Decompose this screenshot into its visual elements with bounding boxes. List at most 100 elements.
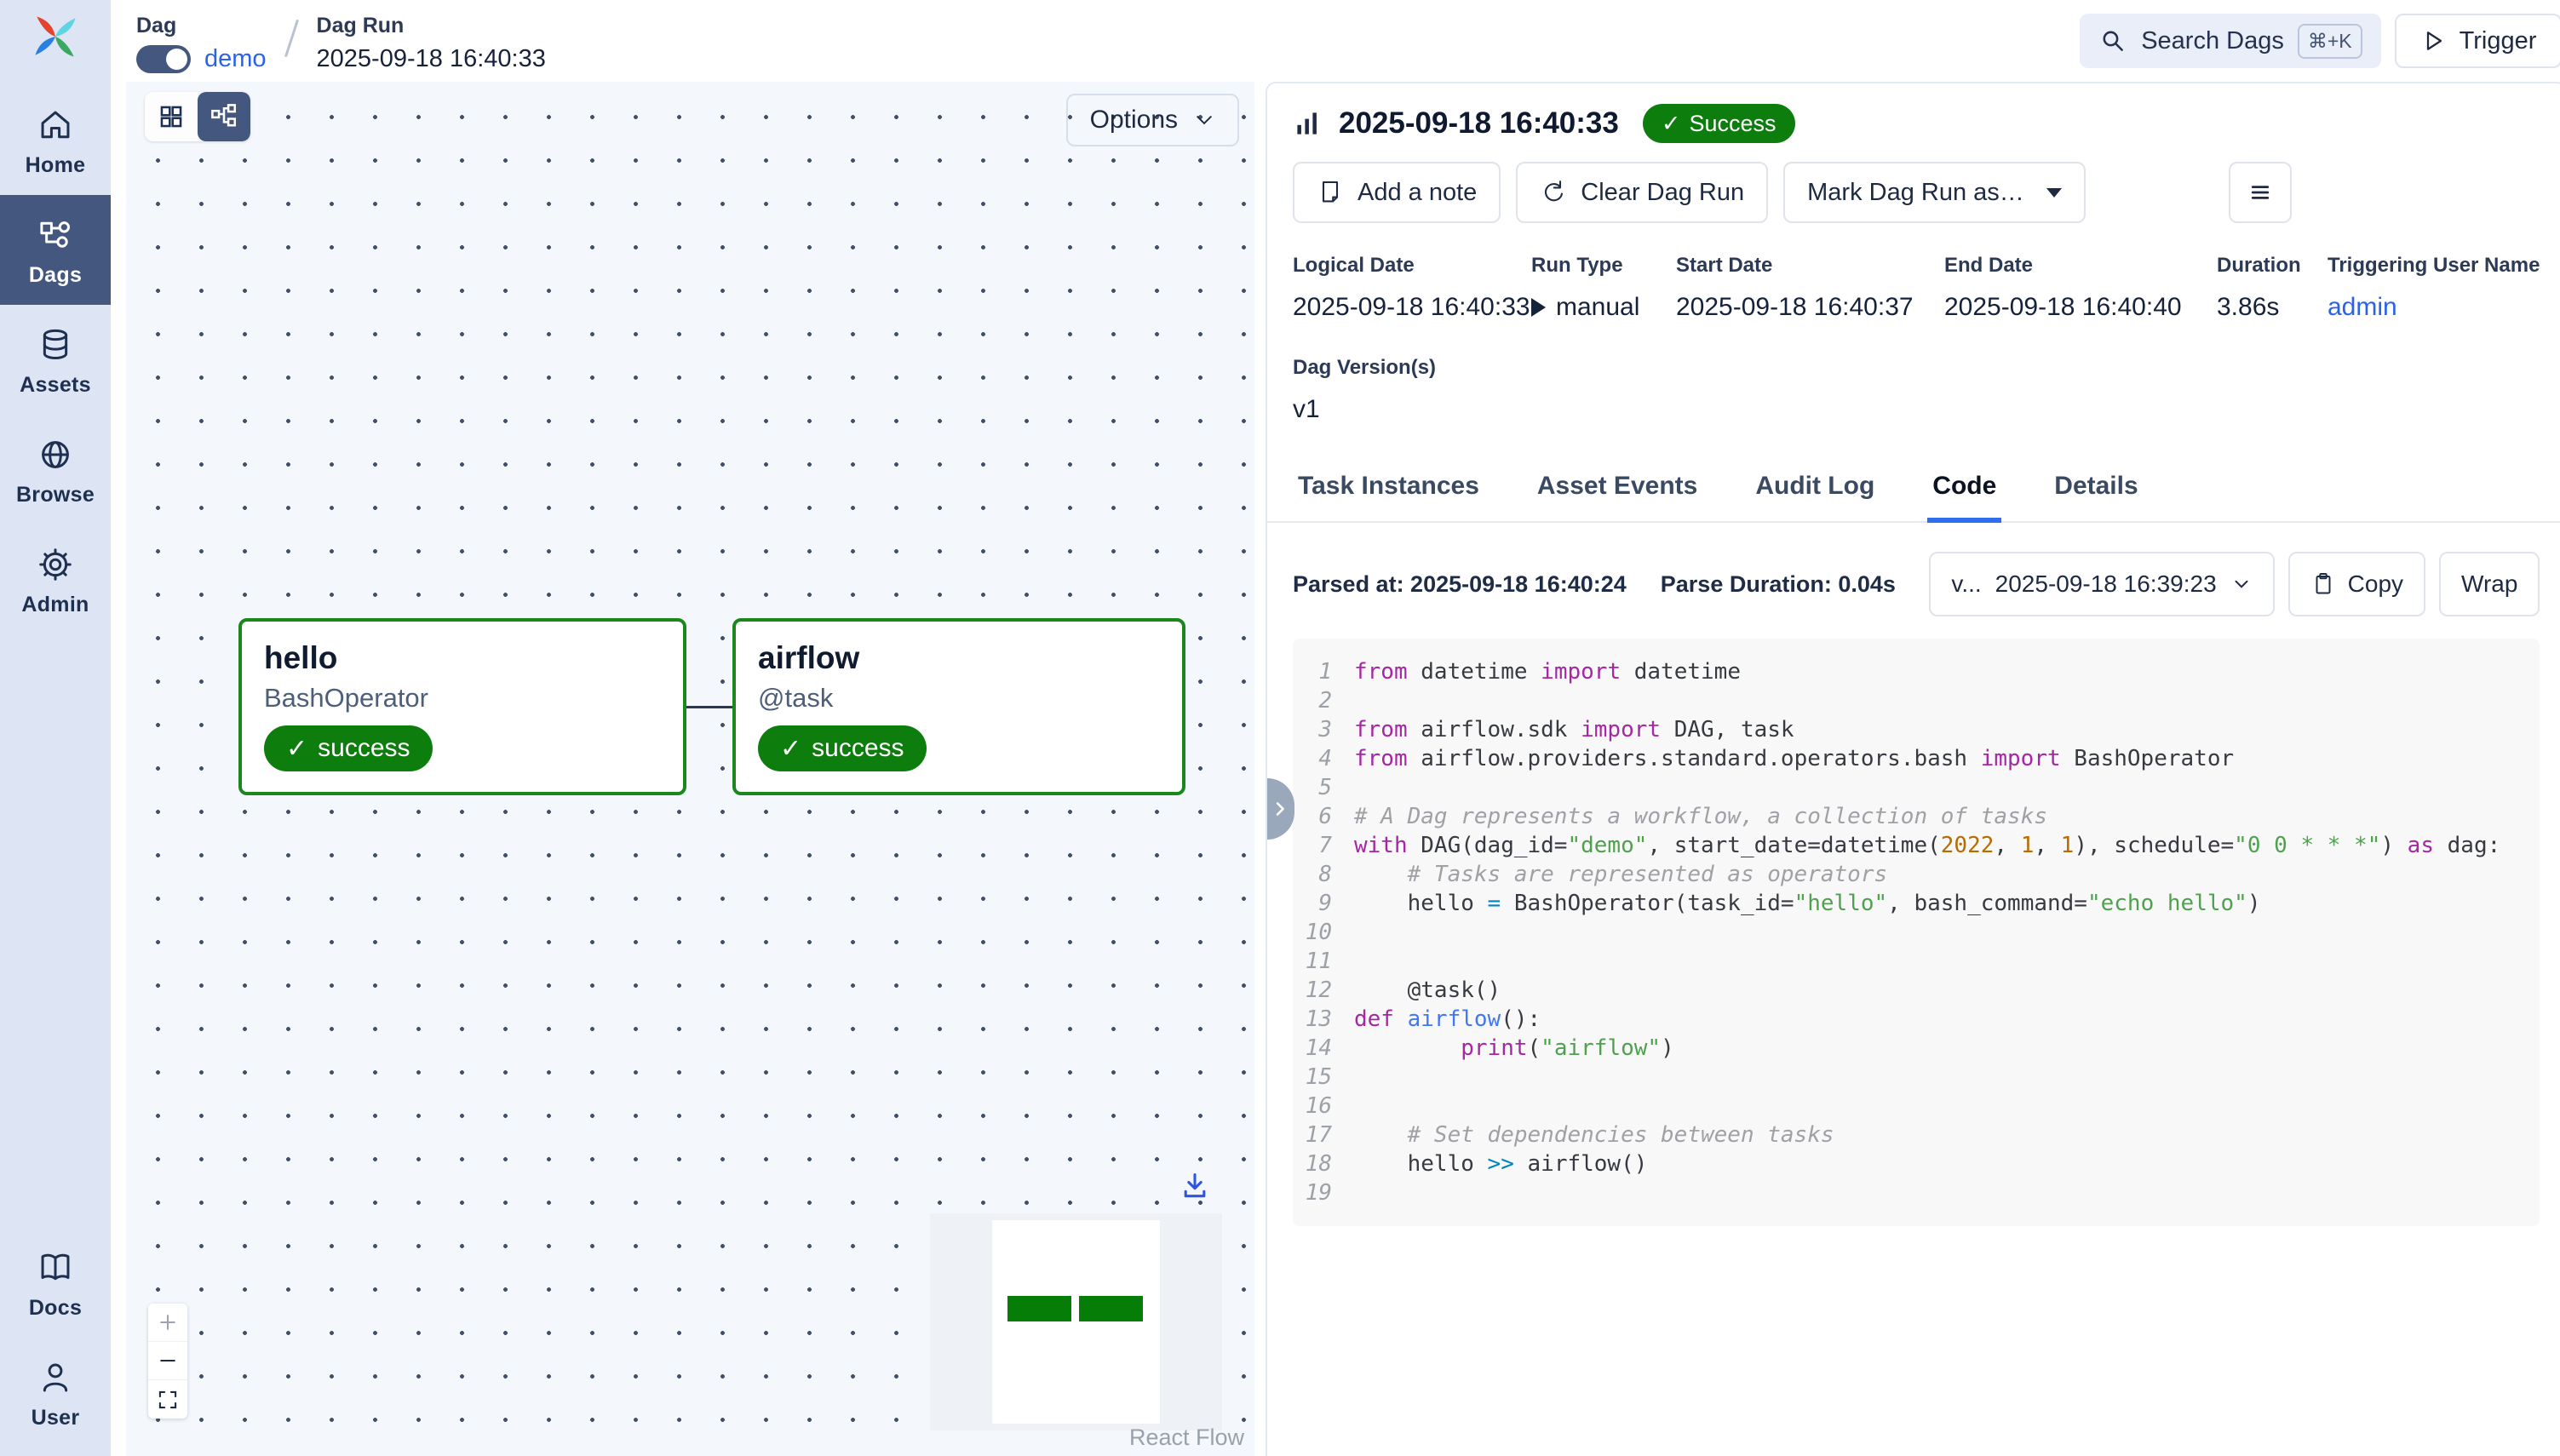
globe-icon	[36, 435, 75, 474]
breadcrumb-dagrun: Dag Run 2025-09-18 16:40:33	[317, 9, 546, 73]
task-node-hello[interactable]: hello BashOperator ✓ success	[238, 618, 686, 795]
code-line: 1from datetime import datetime	[1293, 657, 2540, 686]
breadcrumb-dag-link[interactable]: demo	[204, 45, 267, 73]
play-icon	[1531, 298, 1546, 317]
code-line: 15	[1293, 1063, 2540, 1092]
workflow-icon	[210, 102, 238, 131]
graph-canvas[interactable]: Options hello BashOperator ✓ success air…	[126, 82, 1254, 1456]
minimap-viewport	[992, 1220, 1160, 1424]
sidebar-item-admin[interactable]: Admin	[0, 525, 111, 634]
copy-label: Copy	[2348, 570, 2403, 598]
parse-duration-text: Parse Duration: 0.04s	[1661, 571, 1896, 598]
wrap-label: Wrap	[2461, 570, 2517, 598]
code-line: 17 # Set dependencies between tasks	[1293, 1121, 2540, 1149]
code-line: 16	[1293, 1092, 2540, 1121]
dag-version-select[interactable]: v... 2025-09-18 16:39:23	[1929, 552, 2274, 616]
fit-view-icon	[157, 1389, 179, 1411]
code-line: 4from airflow.providers.standard.operato…	[1293, 744, 2540, 773]
sidebar-item-user[interactable]: User	[0, 1338, 111, 1447]
check-icon: ✓	[286, 734, 307, 764]
dag-versions-value: v1	[1293, 395, 2540, 424]
download-graph-button[interactable]	[1180, 1171, 1210, 1204]
bar-chart-icon	[1293, 108, 1323, 139]
graph-view-button[interactable]	[198, 92, 250, 141]
topbar: Dag demo Dag Run 2025-09-18 16:40:33 Sea…	[111, 0, 2560, 82]
sidebar-item-label: User	[32, 1406, 80, 1430]
tab-details[interactable]: Details	[2049, 460, 2143, 523]
code-line: 19	[1293, 1178, 2540, 1207]
code-viewer[interactable]: 1from datetime import datetime23from air…	[1293, 639, 2540, 1226]
grid-view-button[interactable]	[145, 92, 198, 141]
wrap-toggle-button[interactable]: Wrap	[2439, 552, 2540, 616]
trigger-label: Trigger	[2460, 27, 2537, 55]
database-icon	[36, 325, 75, 364]
minimap-node	[1007, 1296, 1071, 1321]
search-shortcut-badge: ⌘+K	[2298, 24, 2362, 59]
book-icon	[36, 1248, 75, 1287]
home-icon	[36, 106, 75, 145]
meta-triggering-user: Triggering User Name admin	[2328, 254, 2540, 322]
sidebar-item-assets[interactable]: Assets	[0, 305, 111, 415]
dag-versions: Dag Version(s) v1	[1293, 356, 2540, 424]
tab-asset-events[interactable]: Asset Events	[1532, 460, 1702, 523]
dag-graph-icon	[36, 215, 75, 255]
graph-options-button[interactable]: Options	[1066, 94, 1239, 146]
breadcrumb: Dag demo Dag Run 2025-09-18 16:40:33	[136, 9, 546, 73]
run-metadata: Logical Date 2025-09-18 16:40:33 Run Typ…	[1293, 254, 2540, 322]
code-line: 10	[1293, 918, 2540, 947]
trigger-button[interactable]: Trigger	[2395, 14, 2560, 68]
sidebar-item-label: Assets	[20, 373, 91, 398]
code-line: 18 hello >> airflow()	[1293, 1149, 2540, 1178]
meta-run-type: Run Type manual	[1531, 254, 1676, 322]
tab-task-instances[interactable]: Task Instances	[1293, 460, 1484, 523]
sidebar-item-home[interactable]: Home	[0, 85, 111, 195]
chevron-down-icon	[1193, 109, 1215, 131]
chevron-down-icon	[2230, 573, 2253, 595]
clipboard-icon	[2310, 571, 2336, 597]
add-note-button[interactable]: Add a note	[1293, 162, 1501, 223]
triggering-user-link[interactable]: admin	[2328, 293, 2397, 322]
fit-view-button[interactable]	[148, 1380, 187, 1419]
sidebar-item-dags[interactable]: Dags	[0, 195, 111, 305]
tab-code[interactable]: Code	[1927, 460, 2001, 523]
sidebar-item-docs[interactable]: Docs	[0, 1228, 111, 1338]
search-dags-button[interactable]: Search Dags ⌘+K	[2080, 14, 2380, 68]
note-icon	[1317, 179, 1344, 206]
zoom-controls	[148, 1304, 187, 1419]
airflow-logo-icon	[31, 12, 80, 61]
zoom-in-button[interactable]	[148, 1304, 187, 1342]
clear-dagrun-label: Clear Dag Run	[1581, 179, 1744, 207]
panel-collapse-handle[interactable]	[1267, 778, 1294, 840]
breadcrumb-separator	[284, 20, 299, 58]
mark-dagrun-as-button[interactable]: Mark Dag Run as…	[1783, 162, 2086, 223]
zoom-out-button[interactable]	[148, 1342, 187, 1380]
play-icon	[2420, 28, 2446, 54]
code-line: 6# A Dag represents a workflow, a collec…	[1293, 802, 2540, 831]
clear-dagrun-button[interactable]: Clear Dag Run	[1516, 162, 1768, 223]
code-line: 8 # Tasks are represented as operators	[1293, 860, 2540, 889]
breadcrumb-run-value: 2025-09-18 16:40:33	[317, 45, 546, 73]
run-header: 2025-09-18 16:40:33 ✓ Success	[1293, 104, 2540, 143]
dag-pause-toggle[interactable]	[136, 45, 191, 73]
task-node-title: airflow	[758, 640, 1160, 676]
code-line: 9 hello = BashOperator(task_id="hello", …	[1293, 889, 2540, 918]
minus-icon	[157, 1350, 179, 1372]
tab-audit-log[interactable]: Audit Log	[1750, 460, 1880, 523]
run-status-label: Success	[1690, 111, 1777, 137]
app-root: Home Dags Assets Browse Admin Docs U	[0, 0, 2560, 1456]
sidebar-item-label: Admin	[21, 593, 89, 617]
breadcrumb-dag: Dag demo	[136, 9, 267, 73]
code-lines: 1from datetime import datetime23from air…	[1293, 657, 2540, 1207]
panel-tabs: Task Instances Asset Events Audit Log Co…	[1267, 460, 2560, 523]
sidebar-item-browse[interactable]: Browse	[0, 415, 111, 525]
gear-icon	[36, 545, 75, 584]
code-line: 7with DAG(dag_id="demo", start_date=date…	[1293, 831, 2540, 860]
minimap[interactable]	[930, 1213, 1222, 1430]
code-line: 12 @task()	[1293, 976, 2540, 1005]
more-menu-button[interactable]	[2229, 162, 2292, 223]
task-node-airflow[interactable]: airflow @task ✓ success	[732, 618, 1185, 795]
code-line: 2	[1293, 686, 2540, 715]
breadcrumb-run-label: Dag Run	[317, 14, 546, 38]
chevron-right-icon	[1270, 798, 1292, 820]
copy-code-button[interactable]: Copy	[2288, 552, 2425, 616]
